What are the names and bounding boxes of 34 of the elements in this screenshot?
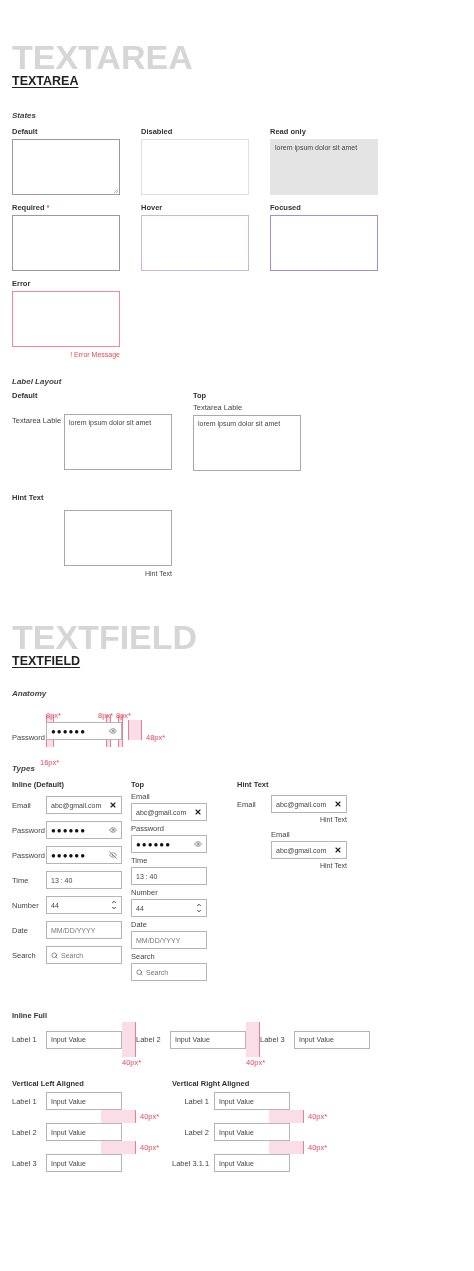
textarea-field[interactable] bbox=[12, 291, 120, 347]
eye-off-icon[interactable] bbox=[109, 851, 117, 859]
resize-grip-icon[interactable] bbox=[114, 189, 118, 193]
input-field[interactable]: ●●●●●● bbox=[131, 835, 207, 853]
spacing-marker bbox=[101, 1141, 136, 1154]
input-field[interactable]: ●●●●●● bbox=[46, 846, 122, 864]
clear-icon[interactable] bbox=[334, 800, 342, 808]
section-title: TEXTFIELD bbox=[12, 654, 81, 669]
input-field[interactable]: ●●●●●● bbox=[46, 821, 122, 839]
subsection-heading: States bbox=[12, 111, 37, 121]
eye-icon[interactable] bbox=[109, 826, 117, 834]
spacing-marker bbox=[269, 1110, 304, 1123]
stepper-icon[interactable] bbox=[111, 899, 117, 911]
eye-icon[interactable] bbox=[194, 840, 202, 848]
clear-icon[interactable] bbox=[334, 846, 342, 854]
stepper-icon[interactable] bbox=[196, 902, 202, 914]
subsection-heading: Label Layout bbox=[12, 377, 63, 387]
spacing-marker bbox=[128, 720, 142, 740]
eye-icon[interactable] bbox=[109, 727, 117, 735]
search-icon bbox=[136, 968, 143, 976]
subsection-heading: Anatomy bbox=[12, 689, 48, 699]
clear-icon[interactable] bbox=[194, 808, 202, 816]
textarea-field[interactable] bbox=[270, 215, 378, 271]
textarea-field[interactable] bbox=[64, 510, 172, 566]
clear-icon[interactable] bbox=[109, 801, 117, 809]
textarea-field[interactable] bbox=[141, 215, 249, 271]
subsection-heading: Types bbox=[12, 764, 36, 774]
search-icon bbox=[51, 951, 58, 959]
textarea-field[interactable] bbox=[12, 139, 120, 195]
input-field[interactable]: ●●●●●● bbox=[46, 722, 122, 740]
spacing-marker bbox=[269, 1141, 304, 1154]
textarea-field[interactable] bbox=[12, 215, 120, 271]
spacing-marker bbox=[101, 1110, 136, 1123]
section-title: TEXTAREA bbox=[12, 74, 79, 89]
